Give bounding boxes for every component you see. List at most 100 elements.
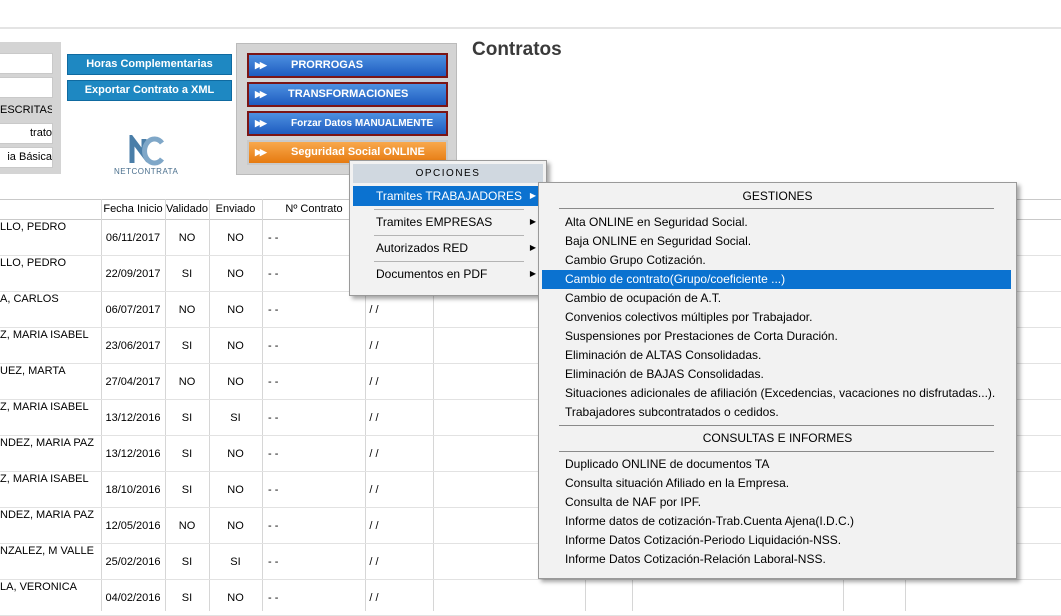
left-field-5[interactable]: ia Básica	[0, 147, 53, 168]
cell-n-contrato: - -	[268, 232, 279, 244]
cell-enviado: NO	[227, 520, 244, 532]
menu-item-tramites-empresas[interactable]: Tramites EMPRESAS ▶	[353, 212, 543, 232]
opciones-menu: OPCIONES Tramites TRABAJADORES ▶ Tramite…	[349, 160, 547, 296]
menu-item-label: Autorizados RED	[376, 241, 469, 255]
header-validado[interactable]: Validado	[165, 203, 209, 215]
cell-name: UEZ, MARTA	[0, 365, 66, 377]
menu-item-autorizados-red[interactable]: Autorizados RED ▶	[353, 238, 543, 258]
cell-fecha-inicio: 12/05/2016	[105, 520, 161, 532]
netcontrata-logo: NETCONTRATA	[114, 131, 179, 183]
submenu-item-gestion[interactable]: Situaciones adicionales de afiliación (E…	[542, 384, 1011, 403]
cell-fecha-extra: / /	[369, 448, 379, 460]
cell-validado: SI	[181, 340, 193, 352]
cell-enviado: NO	[227, 268, 244, 280]
gestiones-header: GESTIONES	[742, 189, 813, 203]
submenu-item-gestion[interactable]: Eliminación de BAJAS Consolidadas.	[542, 365, 1011, 384]
double-arrow-icon: ▶▶	[255, 89, 267, 99]
menu-item-label: Documentos en PDF	[376, 267, 488, 281]
submenu-item-gestion[interactable]: Alta ONLINE en Seguridad Social.	[542, 213, 1011, 232]
cell-validado: SI	[181, 556, 193, 568]
transformaciones-label: TRANSFORMACIONES	[288, 88, 409, 100]
action-panel: ▶▶ PRORROGAS ▶▶ TRANSFORMACIONES ▶▶ Forz…	[236, 43, 457, 175]
left-field-1[interactable]	[0, 53, 53, 74]
cell-fecha-inicio: 13/12/2016	[105, 448, 161, 460]
submenu-item-consulta[interactable]: Informe Datos Cotización-Relación Labora…	[542, 550, 1011, 569]
cell-fecha-inicio: 04/02/2016	[105, 592, 161, 604]
submenu-item-consulta[interactable]: Consulta situación Afiliado en la Empres…	[542, 474, 1011, 493]
prorrogas-button[interactable]: ▶▶ PRORROGAS	[247, 53, 448, 78]
cell-name: Z, MARIA ISABEL	[0, 329, 89, 341]
cell-validado: SI	[181, 268, 193, 280]
submenu-item-gestion[interactable]: Cambio Grupo Cotización.	[542, 251, 1011, 270]
submenu-item-gestion[interactable]: Cambio de contrato(Grupo/coeficiente ...…	[542, 270, 1011, 289]
submenu-item-gestion[interactable]: Suspensiones por Prestaciones de Corta D…	[542, 327, 1011, 346]
submenu-item-consulta[interactable]: Informe datos de cotización-Trab.Cuenta …	[542, 512, 1011, 531]
menu-item-tramites-trabajadores[interactable]: Tramites TRABAJADORES ▶	[353, 186, 543, 206]
cell-n-contrato: - -	[268, 484, 279, 496]
submenu-item-gestion[interactable]: Trabajadores subcontratados o cedidos.	[542, 403, 1011, 422]
consultas-header: CONSULTAS E INFORMES	[702, 431, 853, 445]
left-field-2[interactable]	[0, 77, 53, 98]
double-arrow-icon: ▶▶	[255, 147, 267, 157]
header-enviado[interactable]: Enviado	[209, 203, 262, 215]
section-divider	[559, 208, 994, 209]
cell-n-contrato: - -	[268, 304, 279, 316]
chevron-right-icon: ▶	[529, 243, 536, 252]
cell-name: A, CARLOS	[0, 293, 59, 305]
submenu-item-gestion[interactable]: Convenios colectivos múltiples por Traba…	[542, 308, 1011, 327]
cell-fecha-extra: / /	[369, 304, 379, 316]
table-row[interactable]: LA, VERONICA 04/02/2016 SI NO - - / /	[0, 579, 1061, 616]
cell-enviado: NO	[227, 376, 244, 388]
cell-fecha-extra: / /	[369, 520, 379, 532]
logo-mark-icon	[129, 131, 165, 166]
cell-n-contrato: - -	[268, 412, 279, 424]
logo-text: NETCONTRATA	[114, 167, 179, 176]
cell-enviado: NO	[227, 448, 244, 460]
transformaciones-button[interactable]: ▶▶ TRANSFORMACIONES	[247, 82, 448, 107]
cell-enviado: NO	[227, 304, 244, 316]
submenu-item-gestion[interactable]: Baja ONLINE en Seguridad Social.	[542, 232, 1011, 251]
menu-divider	[374, 209, 524, 210]
menu-item-documentos-pdf[interactable]: Documentos en PDF ▶	[353, 264, 543, 284]
chevron-right-icon: ▶	[529, 269, 536, 278]
chevron-right-icon: ▶	[529, 191, 536, 200]
menu-item-label: Tramites TRABAJADORES	[376, 189, 523, 203]
submenu-item-consulta[interactable]: Duplicado ONLINE de documentos TA	[542, 455, 1011, 474]
cell-validado: SI	[181, 592, 193, 604]
cell-name: LLO, PEDRO	[0, 257, 67, 269]
cell-n-contrato: - -	[268, 268, 279, 280]
prorrogas-label: PRORROGAS	[291, 59, 364, 71]
forzar-datos-button[interactable]: ▶▶ Forzar Datos MANUALMENTE	[247, 111, 448, 136]
cell-fecha-inicio: 25/02/2016	[105, 556, 161, 568]
horas-complementarias-button[interactable]: Horas Complementarias	[67, 54, 232, 75]
menu-item-label: Tramites EMPRESAS	[376, 215, 493, 229]
double-arrow-icon: ▶▶	[255, 118, 267, 128]
left-field-3[interactable]: ESCRITAS	[0, 101, 52, 120]
cell-fecha-extra: / /	[369, 340, 379, 352]
cell-validado: NO	[178, 376, 196, 388]
cell-name: LLO, PEDRO	[0, 221, 67, 233]
cell-n-contrato: - -	[268, 556, 279, 568]
left-panel: ESCRITAS trato ia Básica	[0, 42, 61, 174]
submenu-item-gestion[interactable]: Cambio de ocupación de A.T.	[542, 289, 1011, 308]
cell-validado: NO	[178, 304, 196, 316]
cell-validado: NO	[178, 232, 196, 244]
cell-n-contrato: - -	[268, 340, 279, 352]
left-field-4[interactable]: trato	[0, 123, 53, 144]
exportar-xml-button[interactable]: Exportar Contrato a XML	[67, 80, 232, 101]
header-fecha-inicio[interactable]: Fecha Inicio	[101, 203, 165, 215]
double-arrow-icon: ▶▶	[255, 60, 267, 70]
menu-divider	[374, 261, 524, 262]
cell-fecha-inicio: 23/06/2017	[105, 340, 161, 352]
cell-enviado: NO	[227, 340, 244, 352]
page-title: Contratos	[472, 39, 562, 60]
submenu-item-gestion[interactable]: Eliminación de ALTAS Consolidadas.	[542, 346, 1011, 365]
cell-enviado: SI	[230, 412, 241, 424]
section-divider	[559, 425, 994, 426]
forzar-datos-label: Forzar Datos MANUALMENTE	[291, 118, 434, 129]
cell-validado: SI	[181, 412, 193, 424]
cell-fecha-extra: / /	[369, 556, 379, 568]
submenu-item-consulta[interactable]: Informe Datos Cotización-Periodo Liquida…	[542, 531, 1011, 550]
submenu-item-consulta[interactable]: Consulta de NAF por IPF.	[542, 493, 1011, 512]
opciones-menu-header: OPCIONES	[353, 164, 543, 183]
